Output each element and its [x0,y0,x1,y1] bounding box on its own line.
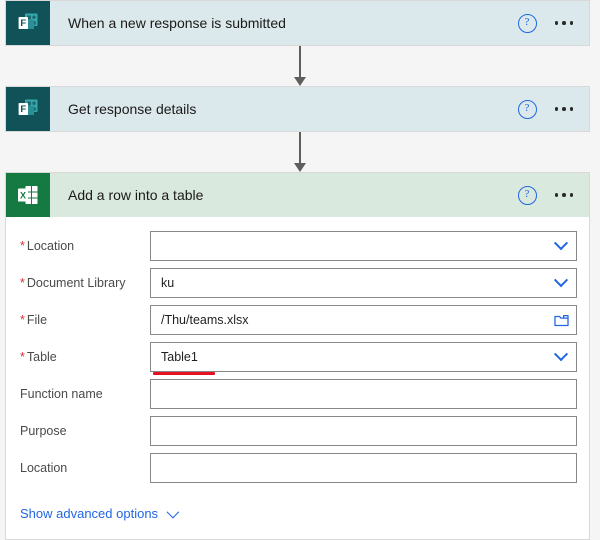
purpose-input[interactable] [150,416,577,446]
field-label-text: Location [26,239,75,253]
field-label: Purpose [20,424,150,438]
chevron-down-icon [166,505,180,519]
field-label: * Table [20,350,150,364]
table-dropdown[interactable]: Table1 [150,342,577,375]
ellipsis-icon[interactable] [554,193,573,197]
svg-text:X: X [20,190,26,200]
card-title: When a new response is submitted [68,15,286,31]
field-row-location-optional: Location [6,453,589,483]
card-header-actions: ? [517,185,590,205]
red-annotation-underline [153,372,215,375]
field-label-text: Purpose [20,424,67,438]
field-label-text: Location [20,461,68,475]
chevron-down-icon[interactable] [546,347,576,362]
folder-icon[interactable] [546,314,576,327]
field-row-table: * Table Table1 [6,342,589,375]
card-header-actions: ? [517,13,590,33]
svg-text:F: F [20,104,26,115]
help-circle-icon[interactable]: ? [517,13,537,33]
field-row-file: * File /Thu/teams.xlsx [6,305,589,335]
required-asterisk: * [20,350,25,364]
excel-icon: X [6,173,50,217]
ellipsis-icon[interactable] [554,107,573,111]
ellipsis-icon[interactable] [554,21,573,25]
show-advanced-options-label: Show advanced options [20,506,159,521]
field-row-location-required: * Location [6,231,589,261]
field-label-text: Table [26,350,57,364]
location-optional-input[interactable] [150,453,577,483]
required-asterisk: * [20,276,25,290]
chevron-down-icon[interactable] [546,273,576,288]
required-asterisk: * [20,313,25,327]
flow-step-card-get-response[interactable]: F Get response details ? [5,86,590,132]
location-dropdown[interactable] [150,231,577,261]
field-label: * Document Library [20,276,150,290]
microsoft-forms-icon: F [6,87,50,131]
svg-text:F: F [20,18,26,29]
microsoft-forms-icon: F [6,1,50,45]
help-circle-icon[interactable]: ? [517,185,537,205]
field-label-text: Function name [20,387,103,401]
card-title: Get response details [68,101,197,117]
field-row-purpose: Purpose [6,416,589,446]
field-label: * File [20,313,150,327]
help-circle-icon[interactable]: ? [517,99,537,119]
file-input[interactable]: /Thu/teams.xlsx [150,305,577,335]
flow-step-card-add-row[interactable]: X Add a row into a table ? * Location * Do… [5,172,590,540]
table-value: Table1 [161,350,198,364]
card-header[interactable]: F When a new response is submitted ? [6,1,589,45]
connector-arrow-1 [293,46,307,86]
field-label: Function name [20,387,150,401]
field-label: Location [20,461,150,475]
chevron-down-icon[interactable] [546,236,576,251]
field-row-document-library: * Document Library ku [6,268,589,298]
connector-stem [299,46,301,77]
file-value: /Thu/teams.xlsx [161,313,249,327]
show-advanced-options-link[interactable]: Show advanced options [6,490,589,539]
action-form: * Location * Document Library ku * File /Th… [6,217,589,539]
card-title: Add a row into a table [68,187,204,203]
document-library-dropdown[interactable]: ku [150,268,577,298]
field-label-text: Document Library [26,276,126,290]
field-row-function-name: Function name [6,379,589,409]
field-label-text: File [26,313,48,327]
function-name-input[interactable] [150,379,577,409]
document-library-value: ku [161,276,175,290]
field-label: * Location [20,239,150,253]
card-header[interactable]: X Add a row into a table ? [6,173,589,217]
connector-stem [299,132,301,163]
required-asterisk: * [20,239,25,253]
arrow-down-icon [294,77,306,86]
card-header[interactable]: F Get response details ? [6,87,589,131]
arrow-down-icon [294,163,306,172]
connector-arrow-2 [293,132,307,172]
flow-step-card-trigger[interactable]: F When a new response is submitted ? [5,0,590,46]
card-header-actions: ? [517,99,590,119]
